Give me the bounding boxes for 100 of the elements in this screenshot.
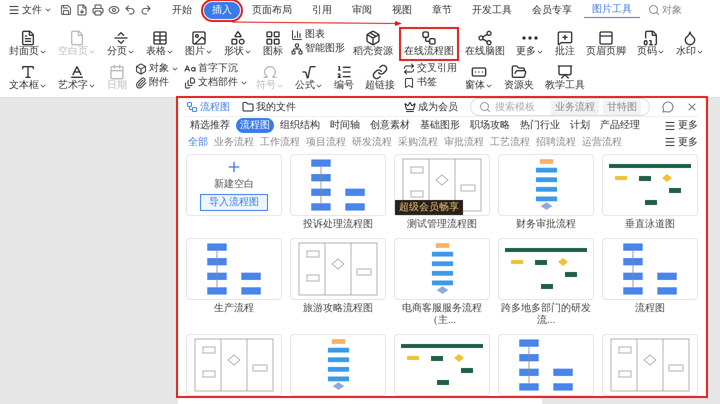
menu-tab[interactable]: 引用 bbox=[304, 2, 340, 18]
feedback-icon[interactable] bbox=[662, 101, 674, 114]
ribbon-button[interactable]: 稻壳资源 bbox=[348, 27, 398, 61]
subcategory-tab[interactable]: 研发流程 bbox=[350, 134, 394, 150]
ribbon-button[interactable]: 艺术字 bbox=[53, 61, 101, 95]
preview-icon[interactable] bbox=[108, 4, 120, 16]
dialog-tab[interactable]: 流程图 bbox=[186, 100, 230, 115]
redo-icon[interactable] bbox=[140, 4, 152, 16]
export-icon[interactable] bbox=[76, 4, 88, 16]
ribbon-button[interactable]: 页码 bbox=[632, 27, 670, 61]
ribbon-button[interactable]: 公式 bbox=[290, 61, 328, 95]
import-flowchart-button[interactable]: 导入流程图 bbox=[200, 194, 268, 211]
category-tab[interactable]: 计划 bbox=[566, 118, 594, 134]
template-title[interactable]: 投诉处理流程图 bbox=[290, 219, 386, 231]
template-thumbnail[interactable] bbox=[290, 238, 386, 300]
category-tab[interactable]: 组织结构 bbox=[276, 118, 324, 134]
menu-tab[interactable]: 页面布局 bbox=[244, 2, 300, 18]
template-thumbnail[interactable] bbox=[394, 238, 490, 300]
template-thumbnail[interactable] bbox=[186, 238, 282, 300]
menu-tab[interactable]: 章节 bbox=[424, 2, 460, 18]
ribbon-button[interactable]: 更多 bbox=[511, 27, 549, 61]
ribbon-button[interactable]: 窗体 bbox=[460, 61, 498, 95]
more-button[interactable]: 更多 bbox=[664, 134, 698, 150]
template-title[interactable]: 跨多地多部门的研发流... bbox=[498, 303, 594, 327]
menu-tab[interactable]: 开发工具 bbox=[464, 2, 520, 18]
ribbon-small-button[interactable]: 智能图形 bbox=[289, 43, 347, 55]
search-field[interactable]: 对象 bbox=[644, 2, 686, 18]
subcategory-tab[interactable]: 项目流程 bbox=[304, 134, 348, 150]
template-thumbnail[interactable] bbox=[186, 334, 282, 396]
ribbon-small-button[interactable]: 附件 bbox=[133, 77, 181, 89]
template-title[interactable]: 生产流程 bbox=[186, 303, 282, 315]
subcategory-tab[interactable]: 审批流程 bbox=[442, 134, 486, 150]
file-menu[interactable]: 文件 bbox=[4, 2, 56, 18]
template-title[interactable]: 电商客服服务流程（主... bbox=[394, 303, 490, 327]
template-thumbnail[interactable] bbox=[602, 238, 698, 300]
member-link[interactable]: 成为会员 bbox=[404, 100, 458, 115]
category-tab[interactable]: 产品经理 bbox=[596, 118, 644, 134]
picture-tools-tab[interactable]: 图片工具 bbox=[584, 2, 640, 18]
template-title[interactable]: 测试管理流程图 bbox=[394, 219, 490, 231]
category-tab[interactable]: 精选推荐 bbox=[186, 118, 234, 134]
ribbon-button[interactable]: 分页 bbox=[102, 27, 140, 61]
ribbon-button[interactable]: 封面页 bbox=[4, 27, 52, 61]
subcategory-tab[interactable]: 运营流程 bbox=[580, 134, 624, 150]
ribbon-button[interactable]: 批注 bbox=[550, 27, 580, 61]
ribbon-button[interactable]: 形状 bbox=[219, 27, 257, 61]
ribbon-button[interactable]: 水印 bbox=[671, 27, 709, 61]
ribbon-button[interactable]: 页眉页脚 bbox=[581, 27, 631, 61]
ribbon-button[interactable]: 资源夹 bbox=[499, 61, 539, 95]
ribbon-button[interactable]: 在线脑图 bbox=[460, 27, 510, 61]
template-title[interactable]: 旅游攻略流程图 bbox=[290, 303, 386, 315]
category-tab[interactable]: 基础图形 bbox=[416, 118, 464, 134]
category-tab[interactable]: 流程图 bbox=[236, 118, 274, 134]
menu-tab[interactable]: 视图 bbox=[384, 2, 420, 18]
ribbon-button[interactable]: 在线流程图 bbox=[399, 27, 459, 61]
dialog-tab[interactable]: 我的文件 bbox=[242, 100, 296, 115]
ribbon-button[interactable]: 文本框 bbox=[4, 61, 52, 95]
ribbon-button[interactable]: 编号 bbox=[329, 61, 359, 95]
template-thumbnail[interactable] bbox=[290, 154, 386, 216]
ribbon-button[interactable]: 图片 bbox=[180, 27, 218, 61]
save-icon[interactable] bbox=[60, 4, 72, 16]
ribbon-small-button[interactable]: 首字下沉 bbox=[182, 63, 250, 75]
subcategory-tab[interactable]: 工艺流程 bbox=[488, 134, 532, 150]
template-thumbnail[interactable] bbox=[394, 334, 490, 396]
ribbon-small-button[interactable]: 交叉引用 bbox=[401, 63, 459, 75]
template-thumbnail[interactable] bbox=[290, 334, 386, 396]
more-button[interactable]: 更多 bbox=[664, 118, 698, 134]
template-thumbnail[interactable] bbox=[498, 238, 594, 300]
template-title[interactable]: 流程图 bbox=[602, 303, 698, 315]
category-tab[interactable]: 热门行业 bbox=[516, 118, 564, 134]
template-thumbnail[interactable] bbox=[602, 154, 698, 216]
menu-tab[interactable]: 会员专享 bbox=[524, 2, 580, 18]
ribbon-small-button[interactable]: 文档部件 bbox=[182, 77, 250, 89]
ribbon-small-button[interactable]: 对象 bbox=[133, 63, 181, 75]
template-title[interactable]: 财务审批流程 bbox=[498, 219, 594, 231]
ribbon-small-button[interactable]: 书签 bbox=[401, 77, 459, 89]
ribbon-button[interactable]: 表格 bbox=[141, 27, 179, 61]
menu-tab[interactable]: 插入 bbox=[204, 2, 240, 18]
template-thumbnail[interactable] bbox=[498, 334, 594, 396]
ribbon-small-button[interactable]: 图表 bbox=[289, 29, 347, 41]
menu-tab[interactable]: 审阅 bbox=[344, 2, 380, 18]
ribbon-button[interactable]: 教学工具 bbox=[540, 61, 590, 95]
subcategory-tab[interactable]: 工作流程 bbox=[258, 134, 302, 150]
ribbon-button[interactable]: 超链接 bbox=[360, 61, 400, 95]
template-title[interactable]: 垂直泳道图 bbox=[602, 219, 698, 231]
template-thumbnail[interactable] bbox=[498, 154, 594, 216]
category-tab[interactable]: 职场攻略 bbox=[466, 118, 514, 134]
subcategory-tab[interactable]: 采购流程 bbox=[396, 134, 440, 150]
undo-icon[interactable] bbox=[124, 4, 136, 16]
template-thumbnail[interactable]: 超级会员畅享 bbox=[394, 154, 490, 216]
subcategory-tab[interactable]: 业务流程 bbox=[212, 134, 256, 150]
category-tab[interactable]: 时间轴 bbox=[326, 118, 364, 134]
subcategory-tab[interactable]: 全部 bbox=[186, 134, 210, 150]
subcategory-tab[interactable]: 招聘流程 bbox=[534, 134, 578, 150]
category-tab[interactable]: 创意素材 bbox=[366, 118, 414, 134]
close-icon[interactable] bbox=[686, 101, 698, 114]
menu-tab[interactable]: 开始 bbox=[164, 2, 200, 18]
ribbon-button[interactable]: 图标 bbox=[258, 27, 288, 61]
print-icon[interactable] bbox=[92, 4, 104, 16]
template-thumbnail[interactable] bbox=[602, 334, 698, 396]
new-blank-card[interactable]: 新建空白 导入流程图 bbox=[186, 154, 282, 216]
